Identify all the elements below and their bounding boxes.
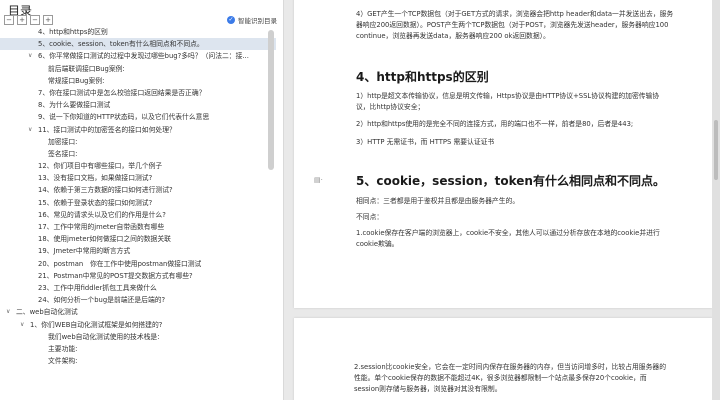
collapse-level-icon[interactable]: − (30, 15, 40, 25)
toc-item-label: 7、你在接口测试中是怎么校验接口返回结果是否正确？ (38, 88, 206, 97)
toc-item[interactable]: 前后端联调接口Bug案例: (0, 63, 276, 75)
toc-item[interactable]: 21、Postman中常见的POST提交数据方式有哪些? (0, 270, 276, 282)
text-line: 议，比http协议安全； (356, 103, 425, 111)
toc-item[interactable]: 15、依赖于登录状态的接口如何测试? (0, 197, 276, 209)
document-margin-icon[interactable]: ▤· (314, 176, 323, 184)
toc-item[interactable]: 8、为什么要做接口测试 (0, 99, 276, 111)
toc-item-label: 常规接口Bug案例: (48, 76, 105, 85)
toc-item[interactable]: ∨ 二、web自动化测试 (0, 306, 276, 318)
toc-item[interactable]: 17、工作中常用的jmeter自带函数有哪些 (0, 221, 276, 233)
toc-item[interactable]: ∨ 6、你平常做接口测试的过程中发现过哪些bug?多吗？（问法二：接... (0, 50, 276, 62)
toc-item-label: 14、依赖于第三方数据的接口如何进行测试? (38, 186, 173, 195)
text-line: 1）http是超文本传输协议，信息是明文传输，Https协议是由HTTP协议+S… (356, 92, 660, 100)
toc-item-label: 加密接口: (48, 137, 78, 146)
toc-item[interactable]: 5、cookie、session、token有什么相同点和不同点。 (0, 38, 276, 51)
toc-item[interactable]: 16、常见的请求头以及它们的作用是什么? (0, 209, 276, 221)
toc-item[interactable]: 19、Jmeter中常用的断言方式 (0, 245, 276, 257)
toc-item[interactable]: 14、依赖于第三方数据的接口如何进行测试? (0, 184, 276, 196)
toc-item-label: 13、没有接口文档，如果做接口测试? (38, 174, 153, 183)
toc-item[interactable]: 9、说一下你知道的HTTP状态码，以及它们代表什么意思 (0, 111, 276, 123)
text-line: session则存储与服务器，浏览器对其没有限制。 (354, 385, 502, 393)
document-page: 2.session比cookie安全，它会在一定时间内保存在服务器的内存，但当访… (294, 318, 712, 400)
toc-item-label: 23、工作中用fiddler抓包工具来做什么 (38, 283, 157, 292)
toc-item[interactable]: 加密接口: (0, 136, 276, 148)
toc-item[interactable]: 主要功能: (0, 343, 276, 355)
chevron-down-icon[interactable]: ∨ (28, 124, 32, 136)
toc-item[interactable]: 24、如何分析一个bug是前端还是后端的? (0, 294, 276, 306)
toc-item-label: 4、http和https的区别 (38, 28, 108, 36)
toc-item-label: 文件架构: (48, 357, 78, 366)
collapse-all-icon[interactable]: − (4, 15, 14, 25)
toc-item[interactable]: 18、使用jmeter如何做接口之间的数据关联 (0, 233, 276, 245)
toc-item[interactable]: 13、没有接口文档，如果做接口测试? (0, 172, 276, 184)
smart-toc-label: 智能识别目录 (238, 17, 277, 25)
toc-item-label: 8、为什么要做接口测试 (38, 101, 111, 110)
expand-all-icon[interactable]: + (17, 15, 27, 25)
toc-item-label: 二、web自动化测试 (16, 308, 78, 317)
toc-item-label: 16、常见的请求头以及它们的作用是什么? (38, 210, 166, 219)
text-line: 4）GET产生一个TCP数据包（对于GET方式的请求，浏览器会把http hea… (356, 10, 674, 18)
toc-item-label: 主要功能: (48, 344, 78, 353)
http-point-1: 1）http是超文本传输协议，信息是明文传输，Https协议是由HTTP协议+S… (356, 91, 701, 113)
toc-item[interactable]: 4、http和https的区别 (0, 26, 276, 38)
document-view: 4）GET产生一个TCP数据包（对于GET方式的请求，浏览器会把http hea… (284, 0, 720, 400)
text-line: continue，浏览器再发送data，服务器响应200 ok返回数据）。 (356, 32, 550, 40)
toc-item-label: 6、你平常做接口测试的过程中发现过哪些bug?多吗？（问法二：接... (38, 52, 249, 61)
smart-toc-icon: ✓ (227, 16, 235, 24)
toc-item-label: 签名接口: (48, 149, 78, 158)
toc-item-label: 20、postman 你在工作中使用postman做接口测试 (38, 259, 202, 268)
toc-item[interactable]: ∨ 1、你们WEB自动化测试框架是如何搭建的? (0, 319, 276, 331)
heading-cookie: 5、cookie，session，token有什么相同点和不同点。 (356, 174, 665, 188)
text-line: 器响应200返回数据）。POST产生两个TCP数据包（对于POST，浏览器先发送… (356, 21, 669, 29)
toc-item[interactable]: 20、postman 你在工作中使用postman做接口测试 (0, 258, 276, 270)
smart-toc-button[interactable]: ✓ 智能识别目录 (227, 15, 277, 25)
toc-item-label: 21、Postman中常见的POST提交数据方式有哪些? (38, 271, 193, 280)
toc-list: 4、http和https的区别 5、cookie、session、token有什么… (0, 26, 276, 367)
toc-item-label: 前后端联调接口Bug案例: (48, 64, 125, 73)
http-point-2: 2）http和https使用的是完全不同的连接方式，用的端口也不一样，前者是80… (356, 120, 634, 128)
scrollbar-thumb[interactable] (714, 120, 718, 180)
toc-item-label: 19、Jmeter中常用的断言方式 (38, 247, 131, 256)
toc-item[interactable]: 常规接口Bug案例: (0, 75, 276, 87)
toc-item[interactable]: ∨ 11、接口测试中的加密签名的接口如何处理？ (0, 124, 276, 136)
toc-item-label: 9、说一下你知道的HTTP状态码，以及它们代表什么意思 (38, 113, 210, 122)
chevron-down-icon[interactable]: ∨ (20, 319, 24, 331)
toc-item-label: 18、使用jmeter如何做接口之间的数据关联 (38, 235, 171, 244)
session-paragraph: 2.session比cookie安全，它会在一定时间内保存在服务器的内存，但当访… (354, 362, 702, 395)
toc-item-label: 12、你们项目中有哪些接口，举几个例子 (38, 162, 163, 171)
text-line: 1.cookie保存在客户端的浏览器上，cookie不安全，其他人可以通过分析存… (356, 229, 660, 237)
toc-item[interactable]: 文件架构: (0, 355, 276, 367)
chevron-down-icon[interactable]: ∨ (28, 50, 32, 62)
toc-item-label: 11、接口测试中的加密签名的接口如何处理？ (38, 125, 176, 134)
text-line: cookie欺骗。 (356, 240, 399, 248)
text-line: 2.session比cookie安全，它会在一定时间内保存在服务器的内存，但当访… (354, 363, 666, 371)
text-line: 性能。单个cookie保存的数据不能超过4K，很多浏览器都限制一个站点最多保存2… (354, 374, 647, 382)
toc-item[interactable]: 23、工作中用fiddler抓包工具来做什么 (0, 282, 276, 294)
get-paragraph: 4）GET产生一个TCP数据包（对于GET方式的请求，浏览器会把http hea… (356, 9, 701, 42)
toc-scrollbar[interactable] (268, 30, 274, 170)
toc-item-label: 我们web自动化测试使用的技术栈是: (48, 332, 160, 341)
heading-http: 4、http和https的区别 (356, 70, 489, 84)
diff-label: 不同点： (356, 213, 384, 221)
chevron-down-icon[interactable]: ∨ (6, 306, 10, 318)
document-page: 4）GET产生一个TCP数据包（对于GET方式的请求，浏览器会把http hea… (294, 0, 712, 308)
toc-item-label: 5、cookie、session、token有什么相同点和不同点。 (38, 40, 204, 49)
http-point-3: 3）HTTP 无需证书，而 HTTPS 需要认证证书 (356, 138, 495, 146)
toc-item-label: 17、工作中常用的jmeter自带函数有哪些 (38, 223, 165, 231)
toc-item[interactable]: 签名接口: (0, 148, 276, 160)
document-scrollbar[interactable] (712, 0, 720, 400)
toc-item[interactable]: 7、你在接口测试中是怎么校验接口返回结果是否正确？ (0, 87, 276, 99)
toc-item-label: 24、如何分析一个bug是前端还是后端的? (38, 296, 166, 305)
toc-item-label: 1、你们WEB自动化测试框架是如何搭建的? (30, 320, 163, 329)
toc-sidebar: 目录 − + − + ✓ 智能识别目录 4、http和https的区别 5、coo… (0, 0, 284, 400)
diff-point-1: 1.cookie保存在客户端的浏览器上，cookie不安全，其他人可以通过分析存… (356, 228, 701, 250)
same-point: 相同点：三者都是用于鉴权并且都是由服务器产生的。 (356, 197, 520, 205)
toc-toolbar: − + − + (4, 15, 53, 25)
toc-item[interactable]: 我们web自动化测试使用的技术栈是: (0, 331, 276, 343)
toc-item-label: 15、依赖于登录状态的接口如何测试? (38, 198, 153, 207)
expand-level-icon[interactable]: + (43, 15, 53, 25)
toc-item[interactable]: 12、你们项目中有哪些接口，举几个例子 (0, 160, 276, 172)
